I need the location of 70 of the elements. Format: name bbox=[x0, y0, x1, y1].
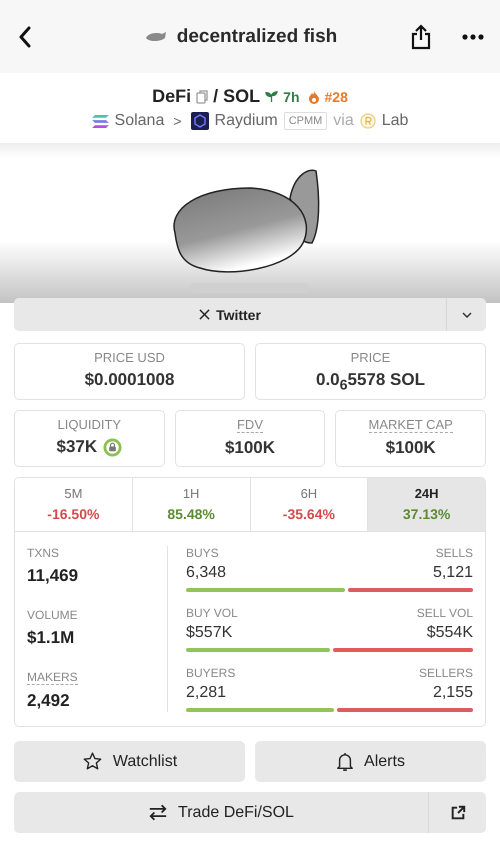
card-value: $100K bbox=[386, 438, 436, 458]
card-value: $100K bbox=[224, 438, 276, 458]
price-change: 85.48% bbox=[167, 506, 215, 522]
stat-value: 2,155 bbox=[432, 684, 473, 702]
card-value: $0.0001008 bbox=[84, 370, 174, 390]
flame-icon bbox=[308, 90, 320, 104]
timeframe-tab[interactable]: 5M -16.50% bbox=[15, 478, 133, 532]
tab-label: 1H bbox=[182, 486, 200, 502]
stat-value: $1.1M bbox=[27, 628, 76, 648]
bell-icon bbox=[336, 752, 354, 772]
seedling-icon bbox=[265, 90, 278, 103]
timeframe-tab[interactable]: 24H 37.13% bbox=[368, 478, 485, 532]
card-label: LIQUIDITY bbox=[58, 417, 122, 432]
stat-label: SELLERS bbox=[418, 666, 473, 680]
price-change: 37.13% bbox=[402, 506, 450, 522]
tab-label: 24H bbox=[414, 486, 439, 502]
swap-icon bbox=[148, 804, 168, 822]
watchlist-button[interactable]: Watchlist bbox=[14, 741, 245, 782]
stat-value: 2,281 bbox=[186, 684, 226, 702]
pool-type-tag: CPMM bbox=[284, 112, 328, 130]
copy-icon[interactable] bbox=[196, 90, 208, 104]
pair-age: 7h bbox=[283, 88, 300, 104]
alerts-button[interactable]: Alerts bbox=[255, 741, 486, 782]
quote-symbol: / SOL bbox=[213, 86, 260, 107]
tab-label: 6H bbox=[300, 486, 318, 502]
dex-icon bbox=[190, 112, 209, 130]
stat-label: BUY VOL bbox=[186, 606, 238, 620]
external-link-button[interactable] bbox=[428, 792, 486, 834]
token-title: decentralized fish bbox=[176, 26, 338, 48]
stat-value: 2,492 bbox=[27, 691, 71, 712]
back-icon[interactable] bbox=[18, 26, 32, 48]
breadcrumb-separator: > bbox=[173, 113, 182, 129]
card-value: $37K bbox=[56, 437, 98, 458]
stat-value: $557K bbox=[186, 624, 232, 642]
stat-value: 11,469 bbox=[27, 566, 80, 586]
card-label: MARKET CAP bbox=[368, 417, 453, 434]
tab-label: 5M bbox=[64, 486, 82, 502]
card-label: PRICE bbox=[350, 350, 390, 365]
card-label: PRICE USD bbox=[94, 350, 165, 365]
chevron-down-icon bbox=[462, 312, 472, 318]
price-change: -35.64% bbox=[282, 506, 335, 522]
price-change: -16.50% bbox=[47, 506, 100, 522]
via-label: via bbox=[333, 112, 354, 130]
lock-icon bbox=[103, 438, 122, 457]
share-icon[interactable] bbox=[410, 24, 432, 50]
solana-icon bbox=[92, 114, 109, 128]
trending-rank: #28 bbox=[324, 88, 348, 104]
stat-label: TXNS bbox=[27, 546, 60, 560]
stat-value: 5,121 bbox=[432, 564, 473, 582]
stat-label: BUYS bbox=[186, 546, 219, 560]
stat-label: BUYERS bbox=[186, 666, 236, 680]
launchpad-icon bbox=[360, 113, 376, 129]
stat-value: 6,348 bbox=[186, 564, 226, 582]
star-icon bbox=[82, 751, 103, 772]
card-label: FDV bbox=[236, 417, 263, 434]
dex-name[interactable]: Raydium bbox=[214, 112, 278, 130]
stat-label: MAKERS bbox=[27, 670, 78, 686]
stat-label: VOLUME bbox=[27, 608, 78, 622]
stat-value: $554K bbox=[426, 624, 473, 642]
fish-icon bbox=[144, 30, 167, 42]
base-symbol: DeFi bbox=[152, 86, 192, 107]
chain-name[interactable]: Solana bbox=[114, 112, 164, 130]
x-logo-icon bbox=[199, 309, 210, 320]
stat-label: SELL VOL bbox=[416, 606, 473, 620]
stat-label: SELLS bbox=[436, 546, 473, 560]
more-icon[interactable] bbox=[462, 34, 484, 40]
trade-button[interactable]: Trade DeFi/SOL bbox=[14, 792, 428, 834]
card-value: 0.0$_{6}$5578 SOL bbox=[316, 370, 425, 394]
external-link-icon bbox=[450, 804, 466, 821]
launchpad-name[interactable]: Lab bbox=[382, 112, 408, 130]
